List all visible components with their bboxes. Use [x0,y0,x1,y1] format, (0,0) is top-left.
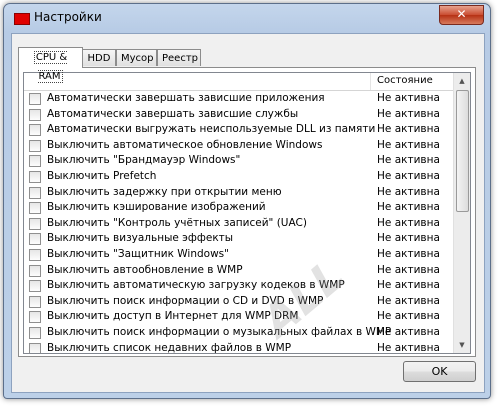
checkbox[interactable] [29,264,41,277]
list-item[interactable]: Выключить автоматическое обновление Wind… [24,138,454,154]
row-label: Выключить список недавних файлов в WMP [47,341,292,354]
row-label: Выключить доступ в Интернет для WMP DRM [47,310,299,323]
scroll-thumb[interactable] [456,90,469,212]
list-header: Состояние [24,73,454,91]
row-status: Не активна [377,325,440,338]
checkbox[interactable] [29,295,41,308]
title-bar[interactable]: Настройки ✕ [4,4,490,32]
row-label: Выключить визуальные эффекты [47,232,234,245]
list-item[interactable]: Выключить доступ в Интернет для WMP DRM Н… [24,309,454,325]
row-label: Выключить кэширование изображений [47,201,266,214]
list-rows: Автоматически завершать зависшие приложе… [24,91,454,354]
checkbox[interactable] [29,139,41,152]
row-label: Выключить автообновление в WMP [47,263,243,276]
row-status: Не активна [377,341,440,354]
row-label: Выключить Prefetch [47,169,157,182]
tweaks-list[interactable]: Состояние Автоматически завершать зависш… [23,72,471,354]
list-item[interactable]: Выключить визуальные эффекты Не активна [24,231,454,247]
close-button[interactable]: ✕ [439,5,484,25]
list-item[interactable]: Выключить "Контроль учётных записей" (UA… [24,216,454,232]
checkbox[interactable] [29,311,41,324]
row-status: Не активна [377,247,440,260]
list-item[interactable]: Выключить "Брандмауэр Windows" Не активна [24,153,454,169]
row-label: Автоматически выгружать неиспользуемые D… [47,123,376,136]
list-item[interactable]: Выключить "Защитник Windows" Не активна [24,247,454,263]
checkbox[interactable] [29,280,41,293]
row-label: Автоматически завершать зависшие приложе… [47,92,325,104]
app-icon [14,13,30,25]
list-item[interactable]: Выключить автообновление в WMP Не активна [24,263,454,279]
row-label: Автоматически завершать зависшие службы [47,107,299,120]
list-item[interactable]: Выключить кэширование изображений Не акти… [24,200,454,216]
row-status: Не активна [377,201,440,214]
list-item[interactable]: Выключить список недавних файлов в WMP Не… [24,341,454,354]
list-item[interactable]: Выключить задержку при открытии меню Не а… [24,185,454,201]
dialog-client-area: CPU & RAM HDD Мусор Реестр Состояние Авт… [11,33,485,393]
checkbox[interactable] [29,108,41,121]
tab-panel: Состояние Автоматически завершать зависш… [18,67,476,357]
checkbox[interactable] [29,170,41,183]
row-status: Не активна [377,154,440,167]
row-label: Выключить поиск информации о CD и DVD в … [47,294,324,307]
checkbox[interactable] [29,202,41,215]
vertical-scrollbar[interactable]: ▲ ▼ [453,73,470,353]
row-label: Выключить "Защитник Windows" [47,247,229,260]
row-status: Не активна [377,138,440,151]
list-item[interactable]: Выключить поиск информации о CD и DVD в … [24,294,454,310]
scroll-down-icon[interactable]: ▼ [455,338,469,352]
checkbox[interactable] [29,326,41,339]
list-item[interactable]: Выключить Prefetch Не активна [24,169,454,185]
settings-window: Настройки ✕ CPU & RAM HDD Мусор Реестр С… [3,3,491,399]
ok-button[interactable]: OK [403,361,476,382]
list-item[interactable]: Автоматически завершать зависшие приложе… [24,91,454,107]
row-label: Выключить поиск информации о музыкальных… [47,325,392,338]
row-status: Не активна [377,279,440,292]
tab-cpu-ram-label: CPU & RAM [33,51,68,83]
row-label: Выключить "Брандмауэр Windows" [47,154,241,167]
list-item[interactable]: Выключить автоматическую загрузку кодеко… [24,278,454,294]
row-status: Не активна [377,310,440,323]
checkbox[interactable] [29,155,41,168]
row-status: Не активна [377,263,440,276]
row-status: Не активна [377,169,440,182]
checkbox[interactable] [29,233,41,246]
row-status: Не активна [377,294,440,307]
column-header-name[interactable] [24,73,371,90]
row-status: Не активна [377,123,440,136]
row-label: Выключить задержку при открытии меню [47,185,282,198]
tab-musor[interactable]: Мусор [116,49,157,66]
tab-cpu-ram[interactable]: CPU & RAM [18,47,83,83]
tab-reestr[interactable]: Реестр [157,49,201,66]
checkbox[interactable] [29,217,41,230]
list-item[interactable]: Выключить поиск информации о музыкальных… [24,325,454,341]
row-status: Не активна [377,185,440,198]
checkbox[interactable] [29,186,41,199]
row-status: Не активна [377,216,440,229]
column-header-status[interactable]: Состояние [377,75,433,86]
checkbox[interactable] [29,93,41,105]
checkbox[interactable] [29,248,41,261]
row-status: Не активна [377,92,440,104]
row-status: Не активна [377,107,440,120]
row-label: Выключить автоматическую загрузку кодеко… [47,279,345,292]
row-status: Не активна [377,232,440,245]
checkbox[interactable] [29,342,41,353]
row-label: Выключить автоматическое обновление Wind… [47,138,323,151]
tab-hdd[interactable]: HDD [82,49,116,66]
scroll-up-icon[interactable]: ▲ [455,74,469,88]
row-label: Выключить "Контроль учётных записей" (UA… [47,216,307,229]
list-item[interactable]: Автоматически выгружать неиспользуемые D… [24,122,454,138]
window-title: Настройки [34,10,102,24]
list-item[interactable]: Автоматически завершать зависшие службы Н… [24,107,454,123]
checkbox[interactable] [29,124,41,137]
